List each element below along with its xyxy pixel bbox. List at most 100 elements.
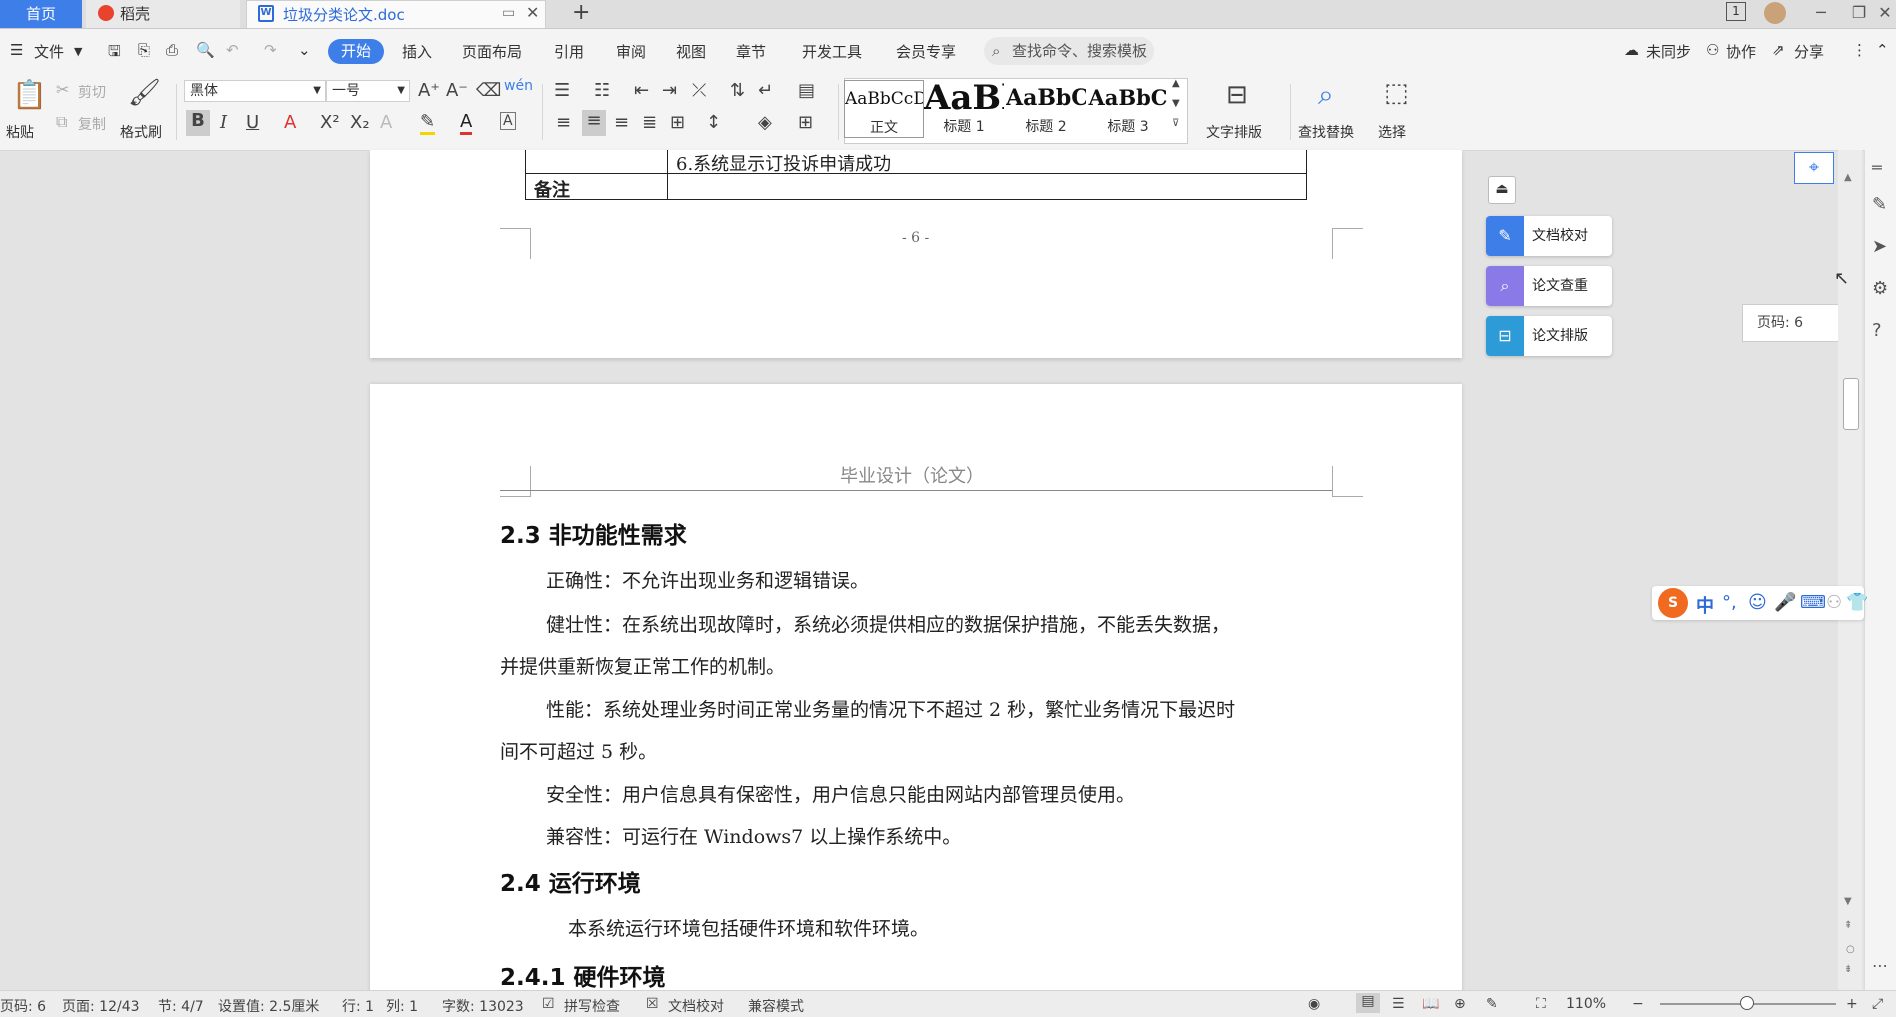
- eye-protection-icon[interactable]: ◉: [1308, 996, 1320, 1012]
- status-page[interactable]: 页面: 12/43: [62, 996, 140, 1016]
- menu-file[interactable]: 文件: [34, 41, 64, 62]
- status-section[interactable]: 节: 4/7: [158, 996, 204, 1016]
- bold-icon[interactable]: B: [186, 110, 210, 136]
- more-options-icon[interactable]: ⋮: [1852, 41, 1867, 59]
- command-search-input[interactable]: ⌕ 查找命令、搜索模板: [984, 37, 1154, 65]
- undo-icon[interactable]: ↶: [226, 41, 239, 59]
- sogou-logo-icon[interactable]: S: [1658, 588, 1688, 618]
- status-page-code[interactable]: 页码: 6: [0, 996, 46, 1016]
- skin-icon[interactable]: 👕: [1846, 592, 1868, 613]
- page-view-icon[interactable]: ▤: [1356, 993, 1380, 1013]
- print-icon[interactable]: ⎙: [166, 41, 178, 59]
- pointer-icon[interactable]: ➤: [1872, 236, 1887, 257]
- menu-start[interactable]: 开始: [328, 39, 384, 64]
- scrollbar-thumb[interactable]: [1843, 378, 1859, 430]
- zoom-in-icon[interactable]: +: [1846, 996, 1858, 1012]
- find-replace-button[interactable]: 查找替换: [1298, 122, 1354, 142]
- style-normal[interactable]: AaBbCcDd 正文: [844, 80, 924, 138]
- styles-scroll-down-icon[interactable]: ▼: [1172, 98, 1180, 109]
- style-heading-1[interactable]: AaBl 标题 1: [924, 80, 1004, 138]
- page-count-icon[interactable]: 1: [1726, 2, 1746, 21]
- char-border-icon[interactable]: A: [500, 112, 516, 130]
- decrease-indent-icon[interactable]: ⇤: [634, 80, 649, 101]
- font-size-select[interactable]: 一号 ▼: [326, 80, 410, 102]
- spell-check-button[interactable]: 拼写检查: [564, 996, 620, 1016]
- fit-page-icon[interactable]: ⛶: [1536, 996, 1546, 1012]
- justify-icon[interactable]: ≣: [642, 112, 657, 133]
- styles-scroll-up-icon[interactable]: ▲: [1172, 78, 1180, 89]
- zoom-slider-knob[interactable]: [1740, 996, 1754, 1010]
- doc-proof-button[interactable]: 文档校对: [668, 996, 724, 1016]
- tab-pin-icon[interactable]: ▭: [502, 5, 515, 21]
- more-dots-icon[interactable]: ⋯: [1872, 956, 1888, 975]
- menu-lines-icon[interactable]: ═: [1872, 158, 1882, 177]
- subscript-icon[interactable]: X₂: [350, 112, 370, 133]
- font-color-icon[interactable]: A: [460, 112, 473, 135]
- new-tab-button[interactable]: +: [572, 0, 590, 25]
- scroll-up-icon[interactable]: ▲: [1844, 172, 1852, 183]
- text-layout-icon[interactable]: ⊟: [1226, 80, 1248, 110]
- distribute-icon[interactable]: ⊞: [670, 112, 685, 133]
- strikethrough-icon[interactable]: A: [284, 112, 296, 133]
- status-setting[interactable]: 设置值: 2.5厘米: [218, 996, 319, 1016]
- find-replace-icon[interactable]: ⌕: [1318, 78, 1334, 112]
- save-icon[interactable]: 🖫: [108, 41, 121, 66]
- minimize-button[interactable]: ─: [1806, 2, 1836, 26]
- status-row[interactable]: 行: 1: [342, 996, 374, 1016]
- style-heading-2[interactable]: AaBbC 标题 2: [1006, 80, 1086, 138]
- text-layout-button[interactable]: 文字排版: [1206, 122, 1262, 142]
- tab-close-icon[interactable]: ✕: [526, 3, 539, 22]
- menu-references[interactable]: 引用: [554, 41, 584, 62]
- menu-developer[interactable]: 开发工具: [802, 41, 862, 62]
- status-word-count[interactable]: 字数: 13023: [442, 996, 524, 1016]
- menu-page-layout[interactable]: 页面布局: [462, 41, 522, 62]
- menu-view[interactable]: 视图: [676, 41, 706, 62]
- proofread-button[interactable]: ✎ 文档校对: [1486, 216, 1612, 256]
- shrink-font-icon[interactable]: A⁻: [446, 80, 468, 101]
- format-painter-icon[interactable]: 🖌: [128, 78, 161, 108]
- format-painter-button[interactable]: 格式刷: [120, 122, 162, 142]
- document-page[interactable]: 毕业设计（论文） 2.3 非功能性需求 正确性：不允许出现业务和逻辑错误。 健壮…: [370, 384, 1462, 1016]
- plagiarism-check-button[interactable]: ⌕ 论文查重: [1486, 266, 1612, 306]
- location-pin-icon[interactable]: ⌖: [1794, 152, 1834, 184]
- emoji-icon[interactable]: ☺: [1748, 592, 1767, 613]
- print-preview-icon[interactable]: 🔍: [196, 41, 215, 59]
- font-name-select[interactable]: 黑体 ▼: [184, 80, 326, 102]
- write-view-icon[interactable]: ✎: [1486, 996, 1498, 1012]
- user-icon[interactable]: ⚇: [1826, 592, 1842, 613]
- align-left-icon[interactable]: ≡: [556, 112, 571, 133]
- thesis-layout-button[interactable]: ⊟ 论文排版: [1486, 316, 1612, 356]
- select-browse-object-icon[interactable]: ○: [1846, 944, 1855, 955]
- grow-font-icon[interactable]: A⁺: [418, 80, 440, 101]
- hamburger-icon[interactable]: ☰: [10, 41, 23, 59]
- chinese-layout-icon[interactable]: ⤫: [692, 80, 706, 101]
- zoom-select[interactable]: 110%: [1566, 996, 1606, 1012]
- zoom-out-icon[interactable]: −: [1632, 996, 1644, 1012]
- cut-button[interactable]: 剪切: [78, 82, 106, 102]
- select-button[interactable]: 选择: [1378, 122, 1406, 142]
- shading-icon[interactable]: ◈: [758, 112, 772, 133]
- prev-page-icon[interactable]: ⇞: [1844, 920, 1852, 931]
- paste-icon[interactable]: 📋: [12, 78, 47, 111]
- cut-icon[interactable]: ✂: [56, 80, 69, 99]
- tab-home[interactable]: 首页: [0, 0, 82, 28]
- fullscreen-icon[interactable]: ⤢: [1872, 996, 1883, 1012]
- tab-document[interactable]: 垃圾分类论文.doc: [246, 0, 546, 28]
- collapse-panel-icon[interactable]: ⏏: [1488, 176, 1516, 204]
- border-icon[interactable]: ⊞: [798, 112, 813, 133]
- table-border-icon[interactable]: ▤: [798, 80, 815, 101]
- pinyin-guide-icon[interactable]: wén: [504, 78, 533, 94]
- menu-review[interactable]: 审阅: [616, 41, 646, 62]
- line-spacing-icon[interactable]: ↕: [706, 112, 721, 133]
- scroll-down-icon[interactable]: ▼: [1844, 896, 1852, 907]
- collapse-ribbon-icon[interactable]: ⌃: [1876, 41, 1889, 59]
- close-button[interactable]: ✕: [1870, 2, 1896, 26]
- underline-icon[interactable]: U: [246, 112, 259, 133]
- numbered-list-icon[interactable]: ☷: [594, 80, 610, 101]
- punctuation-icon[interactable]: °,: [1722, 592, 1737, 613]
- text-effect-icon[interactable]: A: [380, 112, 392, 133]
- collab-button[interactable]: 协作: [1726, 41, 1756, 62]
- styles-more-icon[interactable]: ⊽: [1172, 118, 1179, 129]
- quick-access-dropdown-icon[interactable]: ⌄: [298, 41, 311, 59]
- web-view-icon[interactable]: ⊕: [1454, 996, 1466, 1012]
